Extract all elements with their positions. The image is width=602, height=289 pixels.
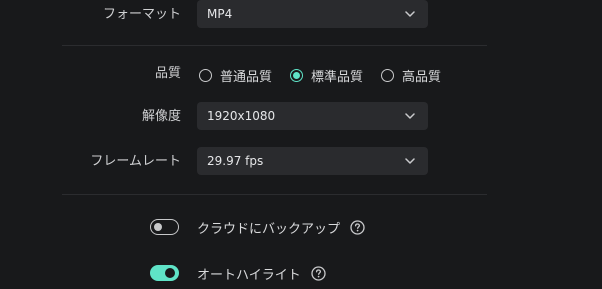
resolution-value: 1920x1080 (207, 109, 276, 123)
quality-option-normal[interactable]: 普通品質 (199, 66, 272, 85)
format-select[interactable]: MP4 (197, 0, 428, 28)
auto-highlight-toggle[interactable] (150, 265, 179, 281)
quality-option-high[interactable]: 高品質 (381, 66, 441, 85)
quality-option-label: 高品質 (402, 69, 442, 85)
quality-option-standard[interactable]: 標準品質 (290, 66, 363, 85)
framerate-select[interactable]: 29.97 fps (197, 147, 428, 175)
cloud-backup-toggle[interactable] (150, 219, 179, 235)
cloud-backup-row: クラウドにバックアップ (150, 217, 365, 237)
format-value: MP4 (207, 7, 233, 21)
cloud-backup-label: クラウドにバックアップ (197, 221, 341, 237)
framerate-label: フレームレート (90, 154, 181, 169)
quality-option-label: 普通品質 (220, 69, 273, 85)
help-icon[interactable] (350, 219, 365, 235)
radio-unselected-icon (199, 68, 212, 82)
resolution-label: 解像度 (141, 109, 181, 124)
framerate-value: 29.97 fps (207, 154, 264, 168)
help-icon[interactable] (311, 265, 326, 281)
quality-label: 品質 (154, 66, 181, 81)
resolution-select[interactable]: 1920x1080 (197, 102, 428, 130)
divider (62, 194, 487, 195)
auto-highlight-row: オートハイライト (150, 263, 326, 283)
radio-unselected-icon (381, 68, 395, 82)
chevron-down-icon (404, 155, 416, 167)
quality-radio-group: 普通品質 標準品質 高品質 (199, 66, 459, 85)
auto-highlight-label: オートハイライト (197, 267, 301, 283)
format-label: フォーマット (102, 7, 181, 22)
radio-selected-icon (290, 68, 304, 82)
export-settings-panel: フォーマット MP4 品質 普通品質 標準品質 高品質 解像度 1920x108… (0, 0, 602, 289)
quality-option-label: 標準品質 (311, 69, 364, 85)
divider (62, 45, 487, 46)
chevron-down-icon (404, 8, 416, 20)
chevron-down-icon (404, 110, 416, 122)
